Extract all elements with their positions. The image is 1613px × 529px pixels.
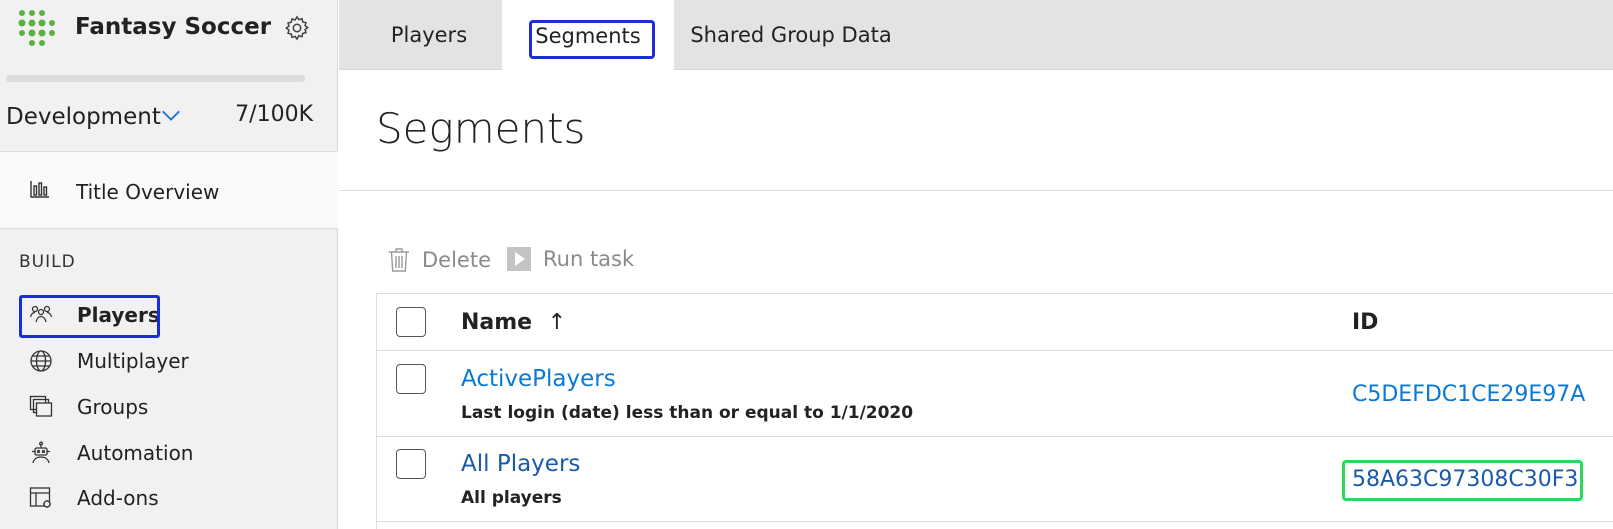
robot-icon	[32, 441, 50, 464]
delete-label: Delete	[422, 248, 491, 272]
segment-id-link[interactable]: C5DEFDC1CE29E97A	[1352, 382, 1585, 407]
tab-bar: Players Segments Shared Group Data	[339, 0, 1613, 71]
table-row-divider	[376, 521, 1613, 522]
sidebar-item-label[interactable]: Title Overview	[76, 180, 219, 204]
sidebar-item-automation[interactable]: Automation	[0, 434, 338, 474]
chevron-down-icon[interactable]	[160, 104, 182, 126]
table-row-divider	[376, 436, 1613, 437]
row-checkbox[interactable]	[396, 364, 426, 394]
addons-icon	[29, 487, 51, 508]
segment-name-link[interactable]: ActivePlayers	[461, 366, 616, 392]
sidebar-item-multiplayer[interactable]: Multiplayer	[0, 342, 338, 382]
usage-counter: 7/100K	[235, 102, 313, 127]
delete-button[interactable]: Delete	[388, 247, 491, 273]
sidebar: Fantasy Soccer Development 7/100K Title …	[0, 0, 338, 529]
groups-icon	[29, 395, 53, 417]
divider	[339, 190, 1613, 191]
run-task-button[interactable]: Run task	[507, 247, 634, 271]
column-header-id[interactable]: ID	[1352, 310, 1378, 335]
globe-icon	[30, 350, 52, 372]
trash-icon	[389, 248, 409, 272]
sidebar-item-add-ons[interactable]: Add-ons	[0, 479, 338, 519]
table-row-divider	[376, 350, 1613, 351]
column-header-name[interactable]: Name ↑	[461, 310, 566, 335]
sort-ascending-icon: ↑	[547, 310, 567, 335]
title-progress-bar	[6, 75, 305, 82]
row-checkbox[interactable]	[396, 449, 426, 479]
bar-chart-icon	[30, 181, 49, 198]
page-title: Segments	[376, 104, 586, 153]
column-header-label: Name	[461, 310, 533, 335]
id-highlight-box	[1342, 460, 1583, 501]
environment-selector[interactable]: Development	[6, 104, 161, 130]
tab-shared-group-data[interactable]: Shared Group Data	[690, 0, 891, 70]
focus-highlight	[19, 295, 160, 338]
app-title[interactable]: Fantasy Soccer	[75, 14, 271, 40]
segment-description: All players	[461, 488, 562, 508]
sidebar-item-groups[interactable]: Groups	[0, 388, 338, 428]
sidebar-item-label: Add-ons	[77, 486, 159, 510]
run-task-label: Run task	[543, 247, 635, 271]
select-all-checkbox[interactable]	[396, 307, 426, 337]
segment-description: Last login (date) less than or equal to …	[461, 403, 914, 423]
gear-icon[interactable]	[283, 14, 311, 42]
divider	[0, 228, 338, 229]
play-icon	[507, 247, 531, 271]
app-logo-icon[interactable]	[16, 7, 60, 51]
section-heading-build: BUILD	[19, 252, 76, 272]
sidebar-item-label: Automation	[77, 441, 194, 465]
sidebar-item-label: Groups	[77, 395, 149, 419]
segment-name-link[interactable]: All Players	[461, 451, 580, 477]
tab-segments[interactable]: Segments	[502, 0, 674, 71]
sidebar-item-label: Multiplayer	[77, 349, 189, 373]
tab-players[interactable]: Players	[369, 0, 489, 70]
